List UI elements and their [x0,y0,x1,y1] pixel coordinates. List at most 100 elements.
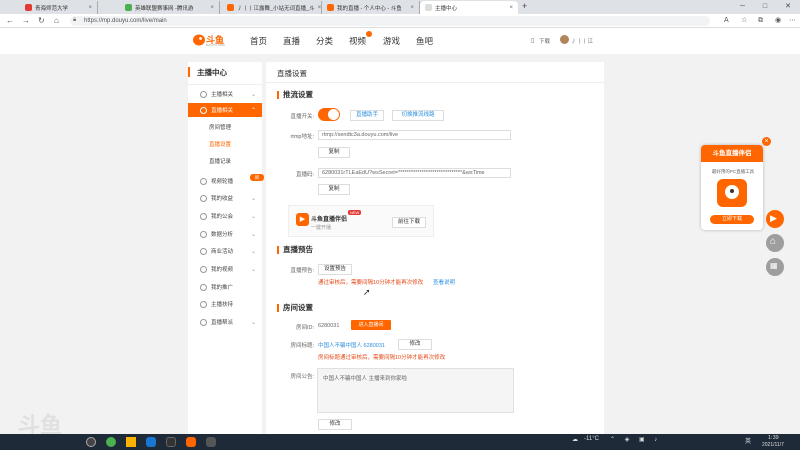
chart-icon [200,230,207,238]
temperature[interactable]: -11°C [584,436,599,442]
edit-title-button[interactable]: 修改 [398,339,432,350]
sidebar-item-analytics[interactable]: 数据分析 ⌄ [188,227,262,241]
sidebar-item-promotion[interactable]: 我的推广 [188,280,262,294]
sidebar-item-support[interactable]: 主播扶持 [188,297,262,311]
room-title-label: 房间标题: [290,343,314,349]
play-circle-icon [200,177,207,185]
sidebar-item-business[interactable]: 商业活动 ⌄ [188,244,262,258]
stream-code-field[interactable]: 6280031rTLEaEdU?wsSecret=***************… [318,168,511,178]
mouse-cursor-icon: ➚ [363,287,371,297]
film-icon [200,265,207,273]
nav-home[interactable]: 首页 [250,35,267,47]
section-push-title: 推流设置 [277,91,313,99]
nav-video[interactable]: 视频 [349,35,366,47]
refresh-icon[interactable]: ↻ [38,15,45,27]
start-icon[interactable] [86,437,96,447]
username[interactable]: 丿丨丨江 [571,37,593,45]
coin-icon [200,194,207,202]
close-icon[interactable]: × [506,5,513,11]
sidebar-subitem-settings[interactable]: 直播设置 [188,138,262,152]
browser-tab-active[interactable]: 主播中心 × [420,1,518,14]
weather-icon[interactable]: ☁ [572,436,578,443]
forward-icon[interactable]: → [22,15,30,27]
clock-date[interactable]: 2021/11/7 [762,442,784,448]
notice-help-link[interactable]: 查看说明 [433,278,455,286]
switch-source-button[interactable]: 切换推流线路 [392,110,444,121]
window-controls[interactable]: ─ □ ✕ [740,2,799,10]
browser-tab[interactable]: 青海师范大学 × [20,1,98,14]
rtmp-address-field[interactable]: rtmp://sendtc3a.douyu.com/live [318,130,511,140]
url-field[interactable]: https://mp.douyu.com/live/main [70,16,710,26]
set-notice-button[interactable]: 设置预告 [318,264,352,275]
sidebar-item-income[interactable]: 我的收益 ⌄ [188,191,262,205]
chrome-icon[interactable] [106,437,116,447]
close-icon[interactable]: × [207,5,214,11]
browser-tab[interactable]: 丿丨丨江露舞_小站无词直播_斗 × [222,1,322,14]
favorites-star-icon[interactable]: ☆ [741,15,747,27]
copy-rtmp-button[interactable]: 复制 [318,147,350,158]
page-title: 直播设置 [277,69,307,78]
nav-fishbar[interactable]: 鱼吧 [416,35,433,47]
notice-warning: 通过审核后，需要间隔10分钟才能再次修改 [318,280,424,286]
sidebar-item-anchor[interactable]: 主播相关 ⌄ [188,87,262,101]
nav-category[interactable]: 分类 [316,35,333,47]
sidebar-subitem-records[interactable]: 直播记录 [188,155,262,169]
helper-download-button[interactable]: 前往下载 [392,217,426,228]
sidebar-item-gang[interactable]: 直播帮派 ⌄ [188,315,262,329]
avatar[interactable] [560,35,569,44]
live-assistant-button[interactable]: 直播助手 [350,110,384,121]
phone-icon[interactable]: ▯ [531,37,534,44]
sidebar-title: 主播中心 [188,67,227,77]
edit-announcement-button[interactable]: 修改 [318,419,352,430]
briefcase-icon [200,247,207,255]
sidebar-item-live[interactable]: 直播相关 ⌃ [188,103,262,117]
tray-icons[interactable]: ⌃ ◈ ▣ ♪ [610,436,661,443]
folder-icon[interactable] [126,437,136,447]
douyu-logo[interactable]: 斗鱼 DOUYU.COM [192,33,226,48]
promo-download-button[interactable]: 立即下载 [710,215,754,224]
qr-code-icon: ▦ [770,261,778,270]
close-icon[interactable]: × [315,5,321,11]
announcement-textarea[interactable]: 中国人不骗中国人 主播来到你家啦 [317,368,514,413]
douyu-app-icon[interactable] [186,437,196,447]
chevron-up-icon: ⌃ [250,107,256,114]
sidebar-subitem-room[interactable]: 房间管理 [188,121,262,135]
play-icon: ▶ [296,213,309,226]
profile-icon[interactable]: ◉ [775,15,781,27]
clock-time[interactable]: 1:39 [768,435,779,441]
nav-game[interactable]: 游戏 [383,35,400,47]
page-icon [425,4,432,11]
collections-icon[interactable]: ⧉ [758,15,763,27]
home-float-button[interactable]: ⌂ [766,234,784,252]
sidebar-item-my-videos[interactable]: 我的视频 ⌄ [188,262,262,276]
close-icon[interactable]: × [85,5,92,11]
site-favicon-icon [227,4,234,11]
close-icon[interactable]: × [762,137,771,146]
promo-title: 斗鱼直播伴侣 [701,145,763,162]
enter-room-button[interactable]: 进入直播间 [351,320,391,330]
close-icon[interactable]: × [407,5,414,11]
home-icon[interactable]: ⌂ [54,15,59,27]
chevron-down-icon: ⌄ [250,231,256,238]
browser-tab[interactable]: 英雄联盟赛事网 -腾讯游 × [120,1,220,14]
live-float-button[interactable]: ▶ [766,210,784,228]
more-icon[interactable]: ⋯ [789,15,796,27]
read-aloud-icon[interactable]: A [724,15,729,27]
ime-indicator[interactable]: 英 [745,436,751,445]
obs-icon[interactable] [166,437,176,447]
app-icon[interactable] [206,437,216,447]
download-link[interactable]: 下载 [539,37,550,45]
stream-code-label: 直播码: [295,172,314,178]
site-favicon-icon [327,4,334,11]
new-tab-button[interactable]: + [522,1,527,11]
app-float-button[interactable]: ▦ [766,258,784,276]
edge-icon[interactable] [146,437,156,447]
browser-tab[interactable]: 我的直播 - 个人中心 - 斗鱼 × [322,1,420,14]
home-icon: ⌂ [770,236,777,247]
nav-live[interactable]: 直播 [283,35,300,47]
copy-code-button[interactable]: 复制 [318,184,350,195]
back-icon[interactable]: ← [6,15,14,27]
live-switch-toggle[interactable] [318,108,340,121]
sidebar-item-guild[interactable]: 我的公会 ⌄ [188,209,262,223]
rtmp-label: rtmp地址: [290,134,314,140]
